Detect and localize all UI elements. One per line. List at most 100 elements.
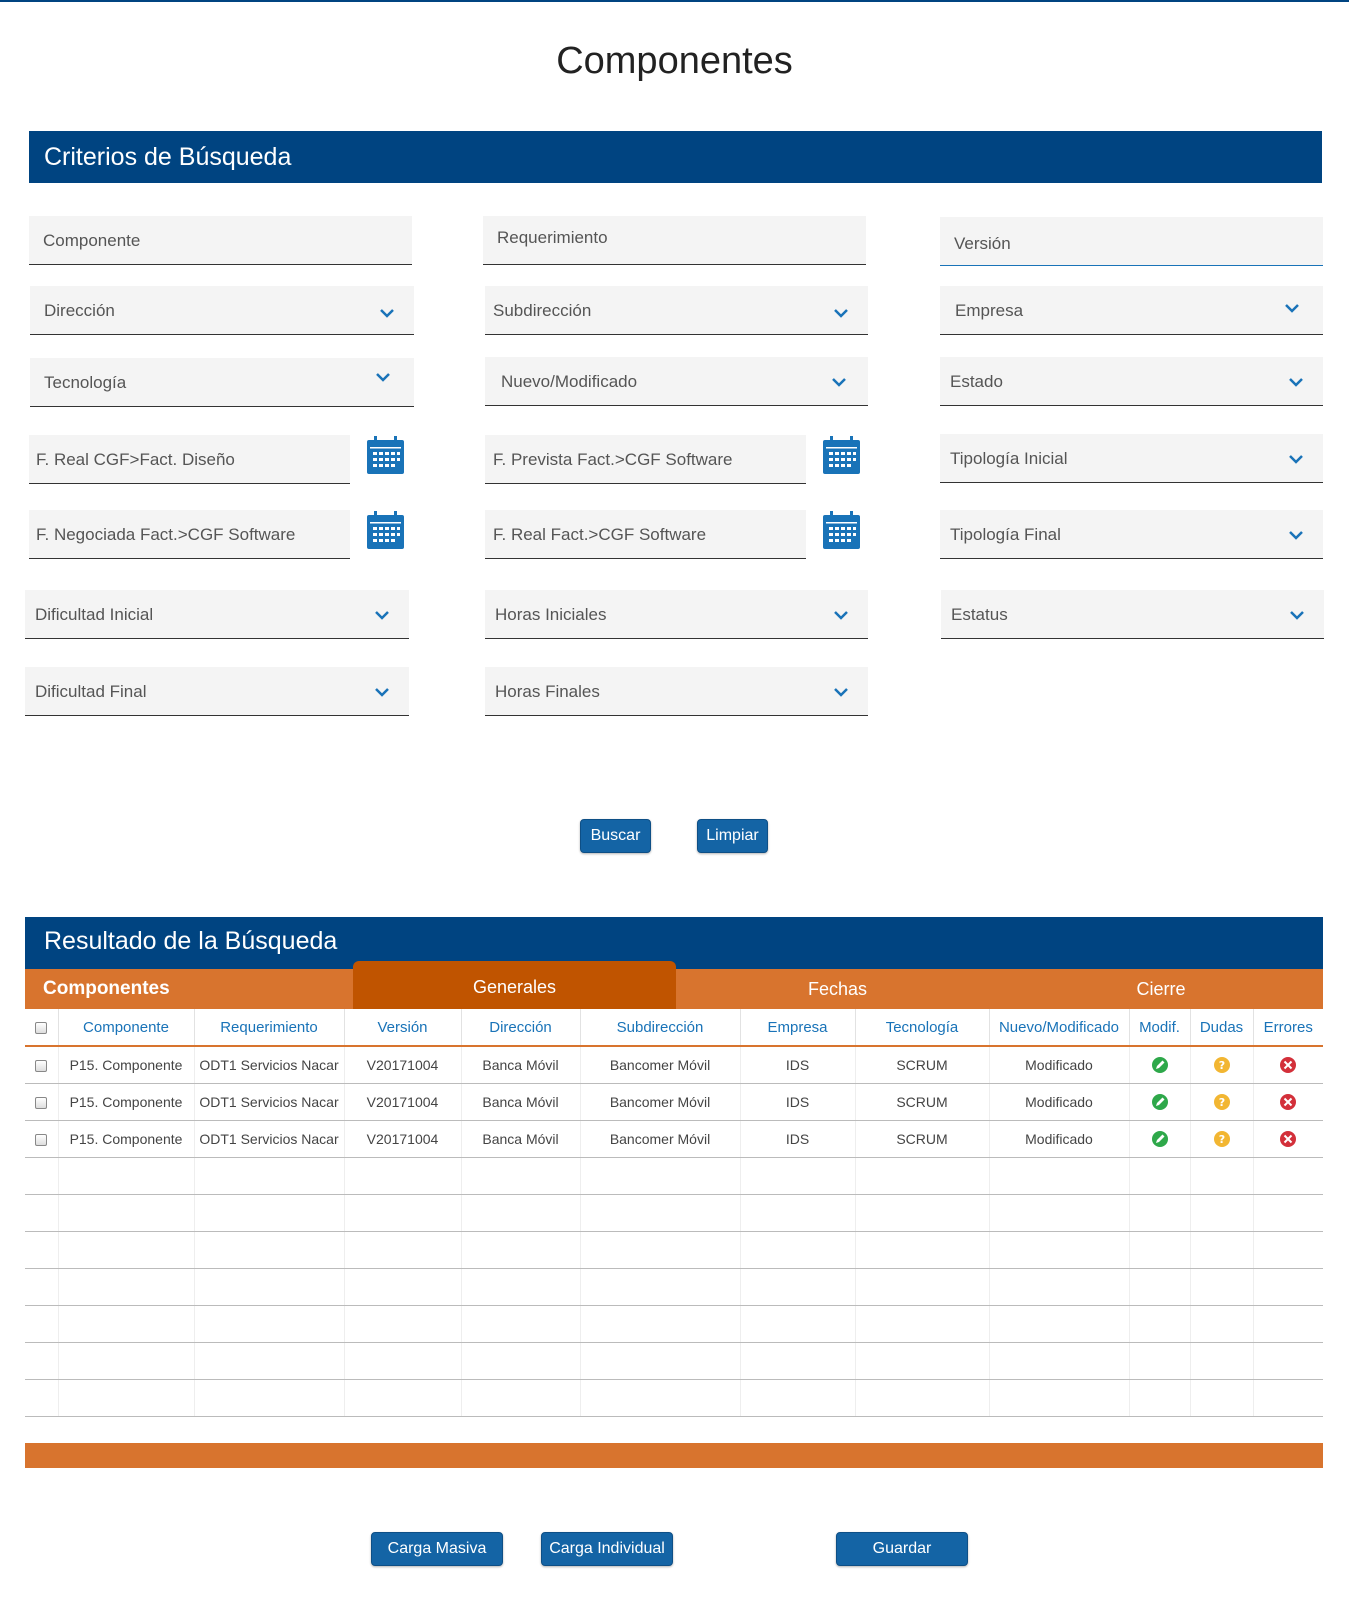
f-prevista-cgf-software-placeholder: F. Prevista Fact.>CGF Software [493,450,733,469]
cell-nuevo-modificado: Modificado [989,1046,1130,1084]
cell-modif [1129,1083,1191,1121]
edit-check-icon[interactable] [1151,1130,1169,1148]
limpiar-button[interactable]: Limpiar [697,819,768,853]
cell-version: V20171004 [344,1083,462,1121]
f-prevista-cgf-software-input[interactable]: F. Prevista Fact.>CGF Software [485,435,806,484]
row-checkbox[interactable] [35,1060,48,1073]
chevron-down-icon [1283,299,1301,317]
version-input[interactable]: Versión [940,217,1323,266]
tab-fechas[interactable]: Fechas [676,969,999,1009]
col-dudas[interactable]: Dudas [1190,1009,1254,1047]
col-tecnologia[interactable]: Tecnología [855,1009,990,1047]
col-subdireccion[interactable]: Subdirección [580,1009,741,1047]
col-nuevo-modificado[interactable]: Nuevo/Modificado [989,1009,1130,1047]
f-negociada-cgf-software-input[interactable]: F. Negociada Fact.>CGF Software [29,510,350,559]
top-accent-line [0,0,1349,2]
col-direccion[interactable]: Dirección [461,1009,581,1047]
dificultad-inicial-select[interactable]: Dificultad Inicial [25,590,409,639]
question-icon[interactable]: ? [1213,1056,1231,1074]
carga-individual-button[interactable]: Carga Individual [541,1532,673,1566]
cell-direccion: Banca Móvil [461,1046,581,1084]
tipologia-final-select[interactable]: Tipología Final [940,510,1323,559]
cell-dudas: ? [1190,1046,1254,1084]
cell-errores [1253,1046,1323,1084]
horas-finales-select[interactable]: Horas Finales [485,667,868,716]
empresa-select[interactable]: Empresa [940,286,1323,335]
chevron-down-icon [830,373,848,391]
calendar-icon[interactable] [366,511,405,550]
buscar-button[interactable]: Buscar [580,819,651,853]
tab-cierre[interactable]: Cierre [999,969,1323,1009]
cell-subdireccion: Bancomer Móvil [580,1120,741,1158]
direccion-select[interactable]: Dirección [30,286,414,335]
cell-errores [1253,1083,1323,1121]
empty-row [25,1231,1323,1269]
horas-finales-label: Horas Finales [495,682,600,701]
table-row[interactable]: P15. Componente ODT1 Servicios Nacar V20… [25,1046,1323,1084]
svg-text:?: ? [1218,1133,1224,1146]
dificultad-final-select[interactable]: Dificultad Final [25,667,409,716]
question-icon[interactable]: ? [1213,1093,1231,1111]
question-icon[interactable]: ? [1213,1130,1231,1148]
row-checkbox[interactable] [35,1133,48,1146]
calendar-icon[interactable] [822,511,861,550]
row-checkbox[interactable] [35,1096,48,1109]
error-x-icon[interactable] [1279,1093,1297,1111]
estado-label: Estado [950,372,1003,391]
horas-iniciales-select[interactable]: Horas Iniciales [485,590,868,639]
empty-row [25,1194,1323,1232]
subdireccion-select[interactable]: Subdirección [485,286,868,335]
chevron-down-icon [1287,526,1305,544]
cell-modif [1129,1046,1191,1084]
table-header-row: Componente Requerimiento Versión Direcci… [25,1009,1323,1047]
col-modif[interactable]: Modif. [1129,1009,1191,1047]
cell-direccion: Banca Móvil [461,1120,581,1158]
requerimiento-placeholder: Requerimiento [497,228,608,247]
componente-placeholder: Componente [43,231,141,250]
tab-generales[interactable]: Generales [353,961,676,1009]
svg-text:?: ? [1218,1059,1224,1072]
cell-requerimiento: ODT1 Servicios Nacar [194,1120,345,1158]
select-all-checkbox[interactable] [35,1021,48,1034]
chevron-down-icon [1287,450,1305,468]
guardar-button[interactable]: Guardar [836,1532,968,1566]
error-x-icon[interactable] [1279,1056,1297,1074]
carga-masiva-button[interactable]: Carga Masiva [371,1532,503,1566]
cell-modif [1129,1120,1191,1158]
dificultad-final-label: Dificultad Final [35,682,147,701]
edit-check-icon[interactable] [1151,1093,1169,1111]
cell-requerimiento: ODT1 Servicios Nacar [194,1083,345,1121]
cell-dudas: ? [1190,1083,1254,1121]
tipologia-inicial-select[interactable]: Tipología Inicial [940,434,1323,483]
horas-iniciales-label: Horas Iniciales [495,605,607,624]
row-select-cell [25,1083,59,1121]
calendar-icon[interactable] [822,436,861,475]
col-componente[interactable]: Componente [58,1009,195,1047]
empty-row [25,1157,1323,1195]
table-row[interactable]: P15. Componente ODT1 Servicios Nacar V20… [25,1083,1323,1121]
requerimiento-input[interactable]: Requerimiento [483,216,866,265]
edit-check-icon[interactable] [1151,1056,1169,1074]
col-errores[interactable]: Errores [1253,1009,1323,1047]
col-requerimiento[interactable]: Requerimiento [194,1009,345,1047]
chevron-down-icon [374,368,392,386]
componente-input[interactable]: Componente [29,216,412,265]
chevron-down-icon [373,683,391,701]
col-version[interactable]: Versión [344,1009,462,1047]
table-row[interactable]: P15. Componente ODT1 Servicios Nacar V20… [25,1120,1323,1158]
estatus-select[interactable]: Estatus [941,590,1324,639]
row-select-cell [25,1046,59,1084]
calendar-icon[interactable] [366,436,405,475]
col-empresa[interactable]: Empresa [740,1009,856,1047]
tecnologia-select[interactable]: Tecnología [30,358,414,407]
f-real-cgf-diseno-placeholder: F. Real CGF>Fact. Diseño [36,450,235,469]
cell-empresa: IDS [740,1083,856,1121]
f-real-cgf-diseno-input[interactable]: F. Real CGF>Fact. Diseño [29,435,350,484]
error-x-icon[interactable] [1279,1130,1297,1148]
nuevo-modificado-select[interactable]: Nuevo/Modificado [485,357,868,406]
results-tabs: Componentes Generales Fechas Cierre [25,961,1323,1009]
f-real-cgf-software-input[interactable]: F. Real Fact.>CGF Software [485,510,806,559]
tipologia-inicial-label: Tipología Inicial [950,449,1068,468]
estado-select[interactable]: Estado [940,357,1323,406]
chevron-down-icon [832,683,850,701]
